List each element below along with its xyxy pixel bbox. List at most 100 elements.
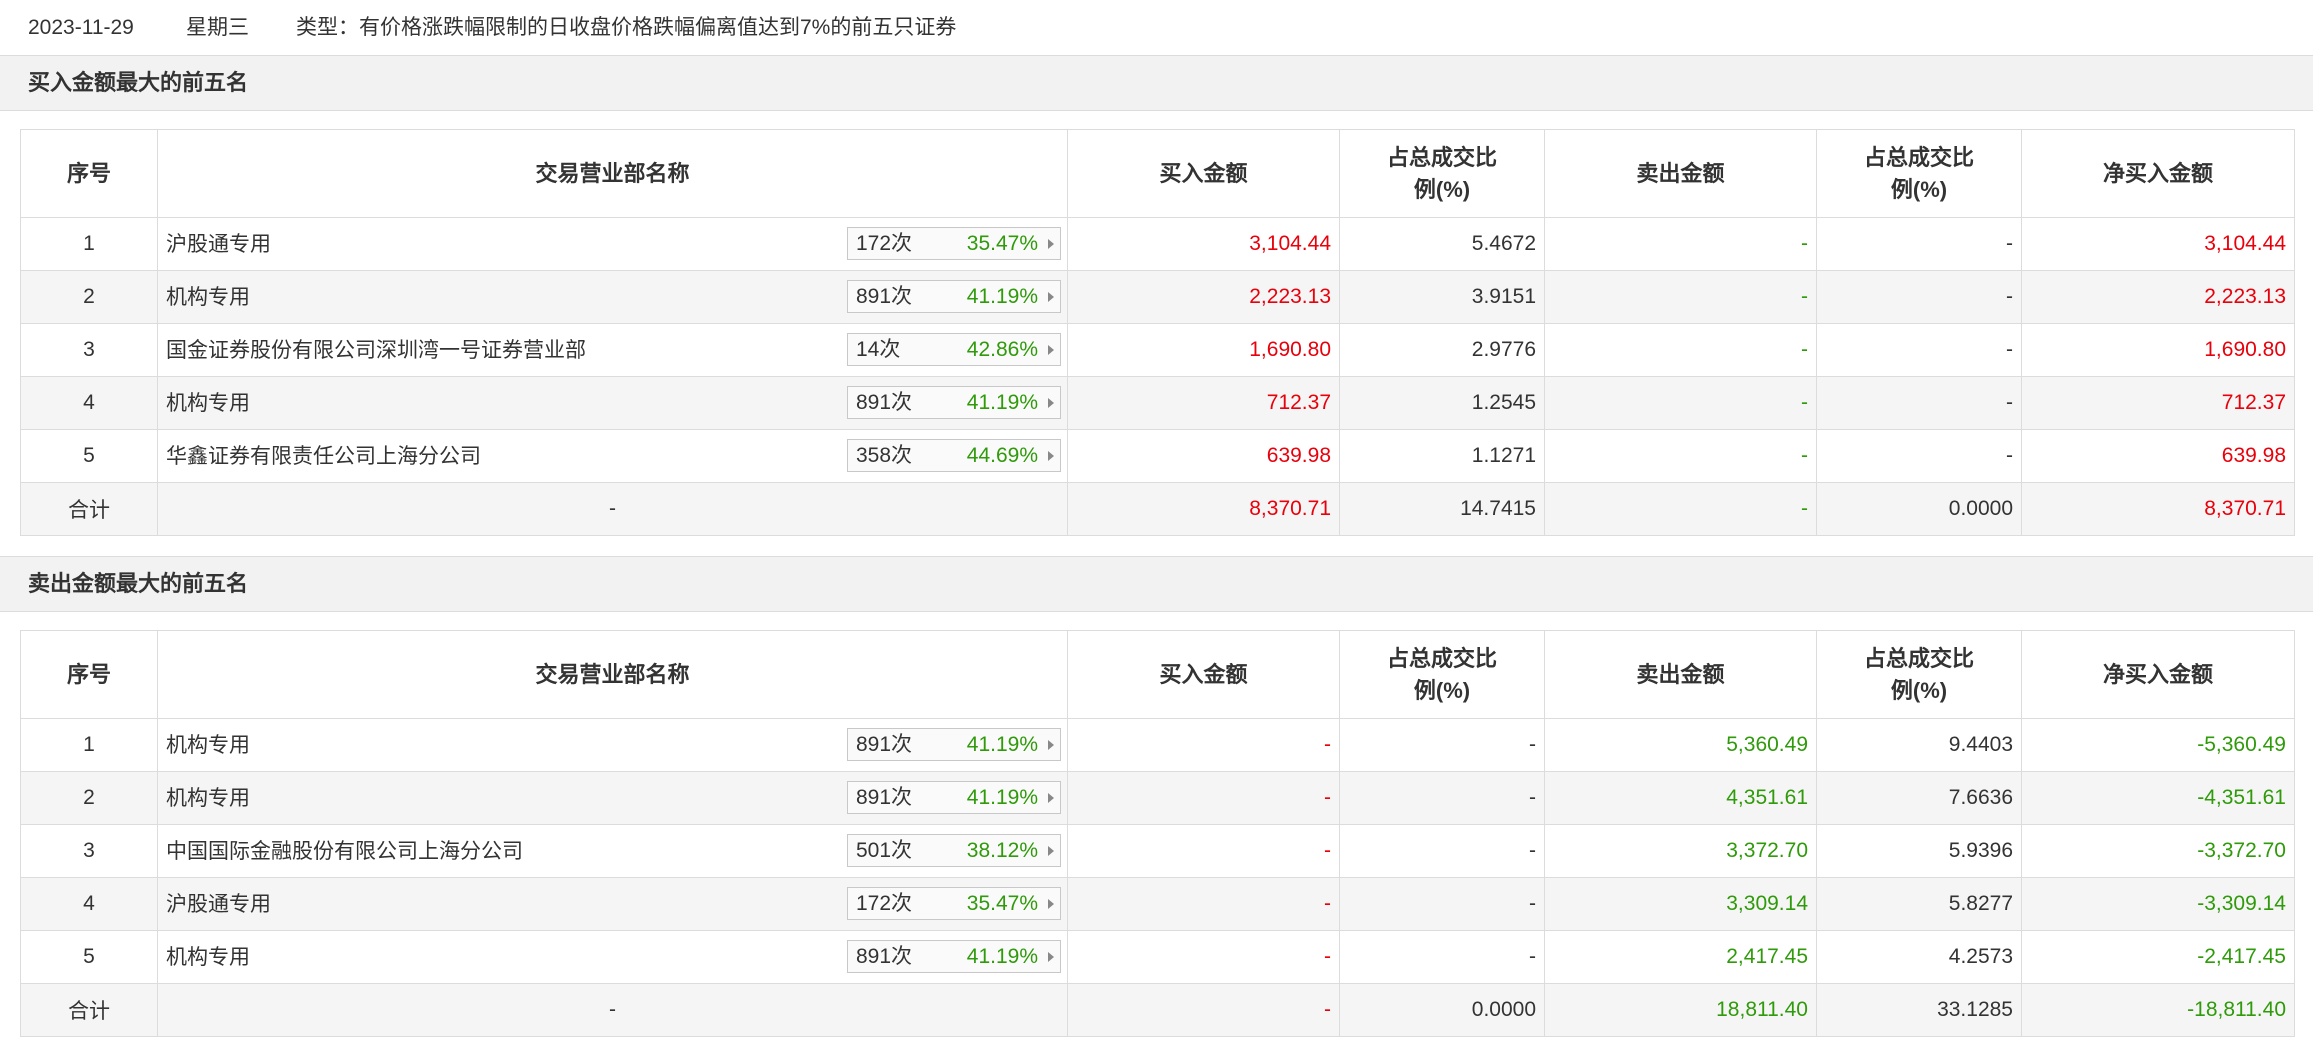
sell-amount-cell: - xyxy=(1544,270,1817,324)
branch-name-link[interactable]: 华鑫证券有限责任公司上海分公司 xyxy=(166,430,481,483)
rank-cell: 2 xyxy=(20,771,158,825)
chevron-right-icon xyxy=(1048,899,1054,909)
buy-ratio-cell: 3.9151 xyxy=(1339,270,1545,324)
branch-stats-button[interactable]: 891次 41.19% xyxy=(847,386,1061,419)
sell-amount-cell: 3,309.14 xyxy=(1544,877,1817,931)
table-row: 3 国金证券股份有限公司深圳湾一号证券营业部 14次 42.86% 1,690.80 2.… xyxy=(20,323,2295,377)
total-name-cell: - xyxy=(157,482,1068,536)
total-label-cell: 合计 xyxy=(20,482,158,536)
sell-table: 序号 交易营业部名称 买入金额 占总成交比例(%) 卖出金额 占总成交比例(%)… xyxy=(20,630,2295,1037)
branch-trade-count: 891次 xyxy=(856,945,913,968)
total-row: 合计 -8,370.71 14.7415-0.0000 8,370.71 xyxy=(20,482,2295,536)
branch-win-rate: 41.19% xyxy=(966,733,1038,756)
col-net-buy: 净买入金额 xyxy=(2021,630,2295,719)
branch-stats-button[interactable]: 891次 41.19% xyxy=(847,280,1061,313)
buy-ratio-cell: 5.4672 xyxy=(1339,217,1545,271)
trade-date: 2023-11-29 xyxy=(28,16,134,39)
col-rank: 序号 xyxy=(20,630,158,719)
branch-name-cell: 沪股通专用 172次 35.47% xyxy=(157,877,1068,931)
rank-cell: 4 xyxy=(20,376,158,430)
branch-stats-button[interactable]: 14次 42.86% xyxy=(847,333,1061,366)
net-buy-cell: -3,372.70 xyxy=(2021,824,2295,878)
branch-stats-button[interactable]: 358次 44.69% xyxy=(847,439,1061,472)
branch-trade-count: 172次 xyxy=(856,232,913,255)
col-sell-amount: 卖出金额 xyxy=(1544,129,1817,218)
branch-trade-count: 891次 xyxy=(856,391,913,414)
branch-stats-button[interactable]: 891次 41.19% xyxy=(847,781,1061,814)
branch-trade-count: 14次 xyxy=(856,338,901,361)
buy-amount-cell: - xyxy=(1067,824,1340,878)
sell-ratio-cell: - xyxy=(1816,270,2022,324)
chevron-right-icon xyxy=(1048,345,1054,355)
branch-name-link[interactable]: 沪股通专用 xyxy=(166,218,271,271)
buy-amount-cell: - xyxy=(1067,930,1340,984)
col-sell-amount: 卖出金额 xyxy=(1544,630,1817,719)
buy-amount-cell: - xyxy=(1067,877,1340,931)
sell-ratio-cell: 5.9396 xyxy=(1816,824,2022,878)
col-buy-ratio: 占总成交比例(%) xyxy=(1339,630,1545,719)
rank-cell: 1 xyxy=(20,718,158,772)
branch-trade-count: 891次 xyxy=(856,786,913,809)
branch-trade-count: 891次 xyxy=(856,733,913,756)
col-rank: 序号 xyxy=(20,129,158,218)
branch-name-link[interactable]: 国金证券股份有限公司深圳湾一号证券营业部 xyxy=(166,324,586,377)
buy-section-title: 买入金额最大的前五名 xyxy=(28,70,249,95)
branch-win-rate: 41.19% xyxy=(966,391,1038,414)
col-branch-name: 交易营业部名称 xyxy=(157,129,1068,218)
table-row: 3 中国国际金融股份有限公司上海分公司 501次 38.12% - -3,372.70 5.… xyxy=(20,824,2295,878)
branch-name-cell: 机构专用 891次 41.19% xyxy=(157,771,1068,825)
branch-stats-button[interactable]: 891次 41.19% xyxy=(847,728,1061,761)
branch-stats-button[interactable]: 501次 38.12% xyxy=(847,834,1061,867)
net-buy-cell: 3,104.44 xyxy=(2021,217,2295,271)
branch-name-cell: 机构专用 891次 41.19% xyxy=(157,930,1068,984)
total-buy-amount-cell: 8,370.71 xyxy=(1067,482,1340,536)
chevron-right-icon xyxy=(1048,451,1054,461)
branch-name-link[interactable]: 沪股通专用 xyxy=(166,878,271,931)
col-sell-ratio: 占总成交比例(%) xyxy=(1816,630,2022,719)
branch-name-cell: 沪股通专用 172次 35.47% xyxy=(157,217,1068,271)
sell-amount-cell: 5,360.49 xyxy=(1544,718,1817,772)
sell-amount-cell: - xyxy=(1544,376,1817,430)
branch-name-link[interactable]: 机构专用 xyxy=(166,772,250,825)
col-buy-amount: 买入金额 xyxy=(1067,129,1340,218)
total-net-buy-cell: -18,811.40 xyxy=(2021,983,2295,1037)
buy-ratio-cell: - xyxy=(1339,877,1545,931)
branch-stats-button[interactable]: 891次 41.19% xyxy=(847,940,1061,973)
sell-section-header: 卖出金额最大的前五名 xyxy=(0,556,2313,612)
branch-name-link[interactable]: 机构专用 xyxy=(166,377,250,430)
branch-win-rate: 44.69% xyxy=(966,444,1038,467)
branch-name-cell: 机构专用 891次 41.19% xyxy=(157,718,1068,772)
net-buy-cell: 2,223.13 xyxy=(2021,270,2295,324)
branch-name-link[interactable]: 中国国际金融股份有限公司上海分公司 xyxy=(166,825,523,878)
net-buy-cell: 1,690.80 xyxy=(2021,323,2295,377)
sell-table-header-row: 序号 交易营业部名称 买入金额 占总成交比例(%) 卖出金额 占总成交比例(%)… xyxy=(20,630,2295,719)
buy-amount-cell: - xyxy=(1067,718,1340,772)
table-row: 5 机构专用 891次 41.19% - -2,417.45 4.2573 -2,417.45 xyxy=(20,930,2295,984)
branch-name-cell: 机构专用 891次 41.19% xyxy=(157,270,1068,324)
buy-table: 序号 交易营业部名称 买入金额 占总成交比例(%) 卖出金额 占总成交比例(%)… xyxy=(20,129,2295,536)
sell-amount-cell: - xyxy=(1544,323,1817,377)
table-row: 5 华鑫证券有限责任公司上海分公司 358次 44.69% 639.98 1.1271- -… xyxy=(20,429,2295,483)
sell-amount-cell: - xyxy=(1544,217,1817,271)
info-bar: 2023-11-29 星期三 类型：有价格涨跌幅限制的日收盘价格跌幅偏离值达到7… xyxy=(0,0,2317,55)
col-buy-amount: 买入金额 xyxy=(1067,630,1340,719)
branch-name-link[interactable]: 机构专用 xyxy=(166,931,250,984)
branch-win-rate: 42.86% xyxy=(966,338,1038,361)
chevron-right-icon xyxy=(1048,793,1054,803)
table-row: 1 沪股通专用 172次 35.47% 3,104.44 5.4672- -3,104.44 xyxy=(20,217,2295,271)
branch-name-link[interactable]: 机构专用 xyxy=(166,719,250,772)
col-sell-ratio-label: 占总成交比例(%) xyxy=(1864,645,1975,703)
branch-name-cell: 机构专用 891次 41.19% xyxy=(157,376,1068,430)
buy-amount-cell: 639.98 xyxy=(1067,429,1340,483)
buy-amount-cell: 2,223.13 xyxy=(1067,270,1340,324)
table-row: 2 机构专用 891次 41.19% 2,223.13 3.9151- -2,223.13 xyxy=(20,270,2295,324)
col-net-buy: 净买入金额 xyxy=(2021,129,2295,218)
branch-name-link[interactable]: 机构专用 xyxy=(166,271,250,324)
branch-stats-button[interactable]: 172次 35.47% xyxy=(847,227,1061,260)
total-name-cell: - xyxy=(157,983,1068,1037)
buy-ratio-cell: 1.2545 xyxy=(1339,376,1545,430)
rank-cell: 5 xyxy=(20,930,158,984)
chevron-right-icon xyxy=(1048,952,1054,962)
branch-stats-button[interactable]: 172次 35.47% xyxy=(847,887,1061,920)
net-buy-cell: -2,417.45 xyxy=(2021,930,2295,984)
